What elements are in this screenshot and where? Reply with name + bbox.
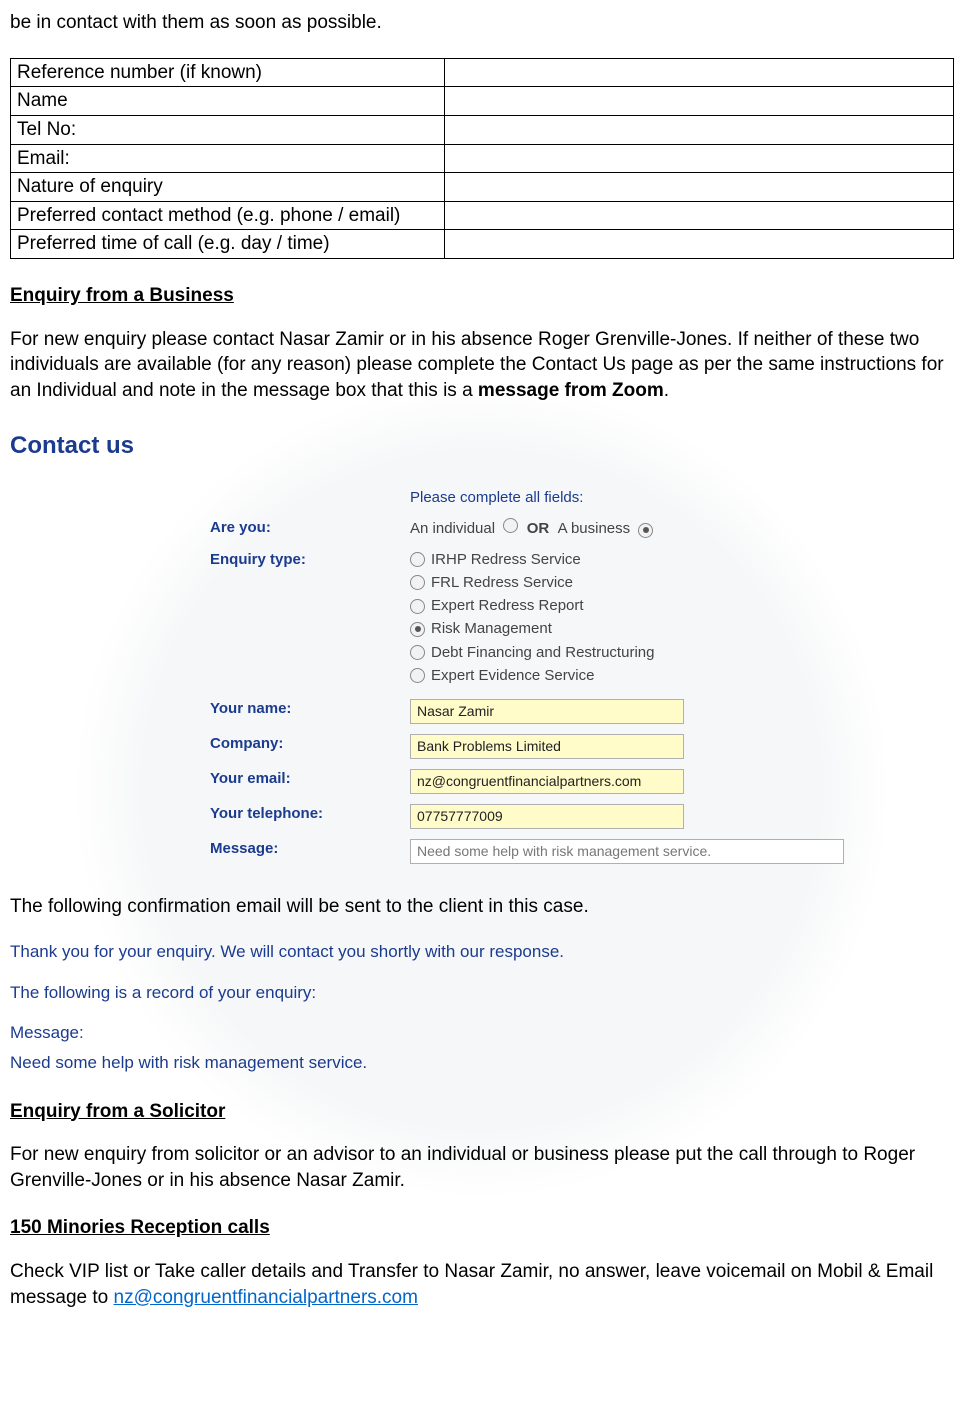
input-company[interactable]: Bank Problems Limited xyxy=(410,734,684,759)
enquiry-type-label: Debt Financing and Restructuring xyxy=(431,643,654,663)
label-your-tel: Your telephone: xyxy=(10,804,410,824)
radio-icon[interactable] xyxy=(410,668,425,683)
form-label-cell: Name xyxy=(11,87,445,116)
opt-individual-label: An individual xyxy=(410,520,495,537)
enquiry-type-label: Expert Redress Report xyxy=(431,596,584,616)
are-you-options: An individual OR A business xyxy=(410,518,954,539)
enquiry-type-label: IRHP Redress Service xyxy=(431,550,581,570)
para-business: For new enquiry please contact Nasar Zam… xyxy=(10,327,954,404)
enquiry-type-label: Risk Management xyxy=(431,619,552,639)
radio-icon[interactable] xyxy=(410,575,425,590)
individual-form-table: Reference number (if known)NameTel No:Em… xyxy=(10,58,954,259)
para-minories: Check VIP list or Take caller details an… xyxy=(10,1259,954,1310)
confirmation-email-block: Thank you for your enquiry. We will cont… xyxy=(10,939,954,1076)
input-your-tel[interactable]: 07757777009 xyxy=(410,804,684,829)
label-your-name: Your name: xyxy=(10,699,410,719)
table-row: Nature of enquiry xyxy=(11,173,954,202)
input-your-name[interactable]: Nasar Zamir xyxy=(410,699,684,724)
heading-minories: 150 Minories Reception calls xyxy=(10,1215,954,1241)
form-label-cell: Email: xyxy=(11,144,445,173)
enquiry-type-option[interactable]: Expert Redress Report xyxy=(410,596,954,616)
form-label-cell: Preferred contact method (e.g. phone / e… xyxy=(11,201,445,230)
table-row: Preferred time of call (e.g. day / time) xyxy=(11,230,954,259)
input-your-email[interactable]: nz@congruentfinancialpartners.com xyxy=(410,769,684,794)
input-message[interactable]: Need some help with risk management serv… xyxy=(410,839,844,864)
label-message: Message: xyxy=(10,839,410,859)
radio-individual[interactable] xyxy=(503,518,518,533)
radio-icon[interactable] xyxy=(410,645,425,660)
label-company: Company: xyxy=(10,734,410,754)
radio-icon[interactable] xyxy=(410,552,425,567)
form-value-cell[interactable] xyxy=(444,58,953,87)
contact-intro: Please complete all fields: xyxy=(410,488,954,508)
contact-us-panel: Contact us Please complete all fields: A… xyxy=(10,424,954,880)
table-row: Reference number (if known) xyxy=(11,58,954,87)
enquiry-type-label: Expert Evidence Service xyxy=(431,666,594,686)
form-value-cell[interactable] xyxy=(444,87,953,116)
enquiry-type-option[interactable]: IRHP Redress Service xyxy=(410,550,954,570)
form-value-cell[interactable] xyxy=(444,201,953,230)
enquiry-type-option[interactable]: Debt Financing and Restructuring xyxy=(410,643,954,663)
label-your-email: Your email: xyxy=(10,769,410,789)
form-value-cell[interactable] xyxy=(444,144,953,173)
heading-solicitor: Enquiry from a Solicitor xyxy=(10,1099,954,1125)
form-value-cell[interactable] xyxy=(444,230,953,259)
para-business-bold: message from Zoom xyxy=(478,380,664,401)
confirm-line-1: Thank you for your enquiry. We will cont… xyxy=(10,939,954,965)
radio-business[interactable] xyxy=(638,523,653,538)
form-label-cell: Nature of enquiry xyxy=(11,173,445,202)
enquiry-type-option[interactable]: Expert Evidence Service xyxy=(410,666,954,686)
form-label-cell: Tel No: xyxy=(11,115,445,144)
label-are-you: Are you: xyxy=(10,518,410,538)
label-enquiry-type: Enquiry type: xyxy=(10,550,410,570)
form-value-cell[interactable] xyxy=(444,173,953,202)
enquiry-type-option[interactable]: Risk Management xyxy=(410,619,954,639)
confirm-intro: The following confirmation email will be… xyxy=(10,894,954,920)
enquiry-type-option[interactable]: FRL Redress Service xyxy=(410,573,954,593)
confirm-msg-label: Message: xyxy=(10,1020,954,1046)
radio-icon[interactable] xyxy=(410,599,425,614)
form-label-cell: Reference number (if known) xyxy=(11,58,445,87)
radio-icon[interactable] xyxy=(410,622,425,637)
table-row: Preferred contact method (e.g. phone / e… xyxy=(11,201,954,230)
continuation-line: be in contact with them as soon as possi… xyxy=(10,10,954,36)
form-label-cell: Preferred time of call (e.g. day / time) xyxy=(11,230,445,259)
confirm-line-2: The following is a record of your enquir… xyxy=(10,980,954,1006)
email-link-nz[interactable]: nz@congruentfinancialpartners.com xyxy=(114,1287,418,1308)
opt-business-label: A business xyxy=(558,520,631,537)
para-business-post: . xyxy=(664,380,669,401)
heading-business: Enquiry from a Business xyxy=(10,283,954,309)
table-row: Email: xyxy=(11,144,954,173)
para-solicitor: For new enquiry from solicitor or an adv… xyxy=(10,1142,954,1193)
confirm-msg-body: Need some help with risk management serv… xyxy=(10,1050,954,1076)
form-value-cell[interactable] xyxy=(444,115,953,144)
enquiry-type-label: FRL Redress Service xyxy=(431,573,573,593)
table-row: Name xyxy=(11,87,954,116)
contact-us-title: Contact us xyxy=(10,430,954,462)
or-label: OR xyxy=(527,520,550,537)
para-business-pre: For new enquiry please contact Nasar Zam… xyxy=(10,329,944,401)
table-row: Tel No: xyxy=(11,115,954,144)
